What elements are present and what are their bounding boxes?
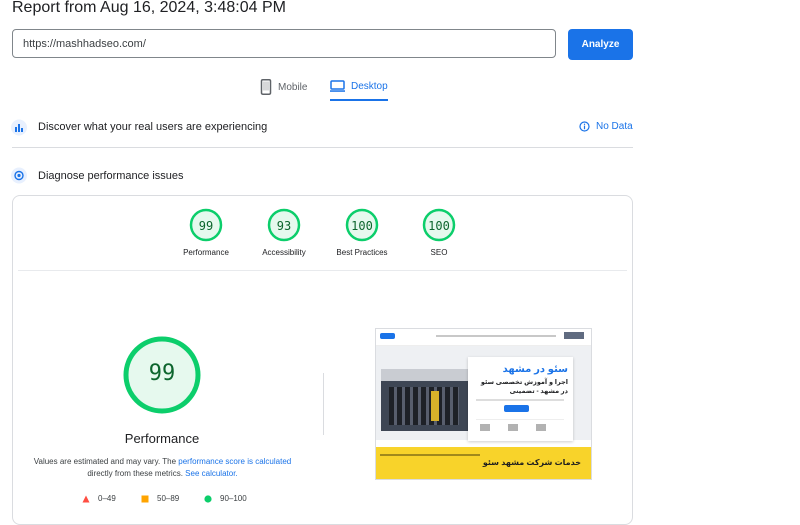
legend-good-range: 90–100 (220, 494, 247, 503)
thumb-services-title: خدمات شرکت مشهد سئو (482, 458, 581, 467)
note-text: Values are estimated and may vary. The (33, 457, 179, 466)
diagnose-icon (11, 167, 27, 184)
desktop-monitor-icon (330, 80, 345, 92)
thumb-navbar (376, 329, 591, 346)
thumb-heading: سئو در مشهد (502, 364, 568, 375)
thumb-logo (564, 332, 584, 339)
no-data-label: No Data (596, 121, 633, 132)
diagnose-heading: Diagnose performance issues (38, 170, 184, 182)
thumb-cta-button (504, 405, 529, 412)
thumb-band-text (380, 454, 480, 456)
score-calculation-link[interactable]: performance score is calculated (178, 457, 291, 466)
score-best-practices-label: Best Practices (336, 248, 388, 257)
final-screenshot: سئو در مشهد اجرا و آموزش تخصصی سئو در مش… (375, 328, 592, 480)
legend-poor-range: 0–49 (98, 494, 116, 503)
calculator-link[interactable]: See calculator. (185, 469, 237, 478)
mobile-phone-icon (260, 79, 272, 95)
gauge-performance[interactable]: 99 Performance (166, 208, 246, 257)
thumb-hero-card: سئو در مشهد اجرا و آموزش تخصصی سئو در مش… (468, 357, 573, 441)
tab-desktop[interactable]: Desktop (330, 80, 388, 92)
score-accessibility-value: 93 (276, 219, 292, 233)
url-value: https://mashhadseo.com/ (23, 38, 146, 50)
score-accessibility-label: Accessibility (262, 248, 306, 257)
vertical-divider (323, 373, 324, 435)
users-chart-icon (11, 119, 27, 136)
performance-score-value: 99 (148, 361, 176, 386)
note-text: directly from these metrics. (87, 469, 186, 478)
score-performance-label: Performance (183, 248, 229, 257)
gauge-best-practices[interactable]: 100 Best Practices (322, 208, 402, 257)
thumb-services-band: خدمات شرکت مشهد سئو (376, 447, 591, 479)
thumb-people (389, 387, 459, 425)
legend-poor: 0–49 (82, 494, 116, 503)
thumb-stats (480, 424, 560, 431)
triangle-icon (82, 495, 90, 502)
tab-desktop-label: Desktop (351, 80, 388, 92)
score-best-practices-value: 100 (351, 219, 373, 233)
thumb-ceiling (381, 369, 469, 381)
thumb-yellow-jacket (431, 391, 439, 421)
thumb-team-photo (381, 369, 469, 431)
performance-title: Performance (124, 431, 200, 446)
active-tab-indicator (330, 99, 388, 101)
divider (18, 270, 627, 271)
thumb-nav-button (380, 333, 395, 339)
gauge-accessibility[interactable]: 93 Accessibility (244, 208, 324, 257)
thumb-paragraph (476, 399, 564, 401)
divider (12, 147, 633, 148)
no-data-link[interactable]: No Data (579, 121, 633, 132)
performance-note: Values are estimated and may vary. The p… (30, 456, 295, 480)
circle-icon (204, 494, 212, 503)
tab-mobile-label: Mobile (278, 81, 308, 93)
score-performance-value: 99 (198, 219, 214, 233)
info-icon (579, 121, 590, 132)
legend-average: 50–89 (141, 494, 179, 503)
tab-mobile[interactable]: Mobile (260, 79, 307, 95)
square-icon (141, 495, 149, 502)
score-seo-label: SEO (430, 248, 448, 257)
thumb-divider (476, 419, 564, 420)
thumb-nav-links (436, 335, 556, 337)
report-title: Report from Aug 16, 2024, 3:48:04 PM (12, 0, 286, 16)
legend-good: 90–100 (204, 494, 247, 503)
real-users-heading: Discover what your real users are experi… (38, 121, 268, 133)
legend-average-range: 50–89 (157, 494, 180, 503)
score-seo-value: 100 (428, 219, 450, 233)
analyze-button[interactable]: Analyze (568, 29, 633, 60)
url-input[interactable]: https://mashhadseo.com/ (12, 29, 556, 58)
thumb-subheading: اجرا و آموزش تخصصی سئو در مشهد - تضمینی (480, 379, 568, 395)
gauge-seo[interactable]: 100 SEO (399, 208, 479, 257)
